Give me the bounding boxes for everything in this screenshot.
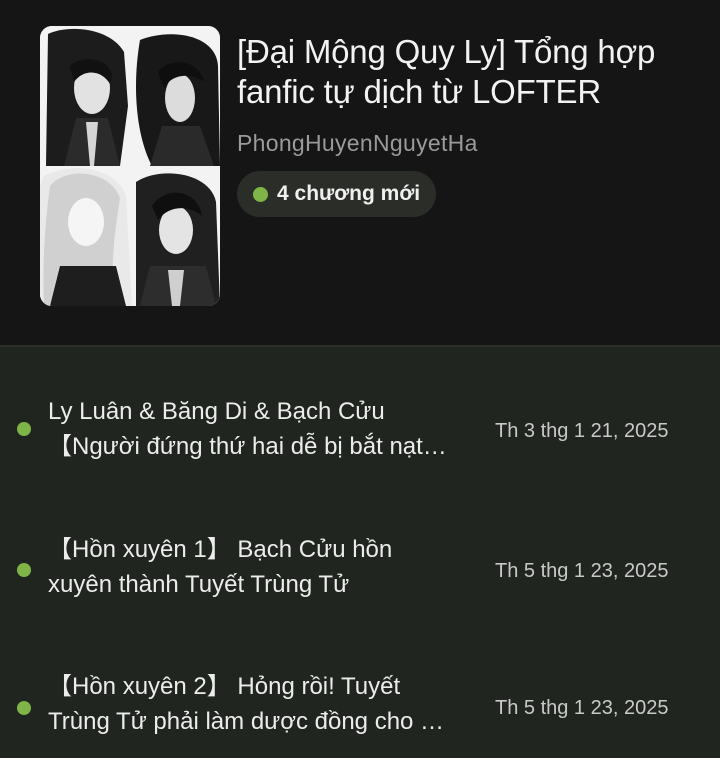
chapter-title-line: 【Người đứng thứ hai dễ bị bắt nạt… <box>48 433 447 460</box>
new-chapter-dot <box>17 563 31 577</box>
story-author[interactable]: PhongHuyenNguyetHa <box>237 130 697 157</box>
chapter-title: Ly Luân & Băng Di & Bạch Cửu 【Người đứng… <box>48 394 478 464</box>
new-chapters-label: 4 chương mới <box>277 182 421 205</box>
new-chapter-dot <box>17 701 31 715</box>
chapter-title-line: Ly Luân & Băng Di & Bạch Cửu <box>48 398 385 425</box>
chapter-list: Ly Luân & Băng Di & Bạch Cửu 【Người đứng… <box>0 347 720 758</box>
chapter-title: 【Hồn xuyên 2】 Hỏng rồi! Tuyết Trùng Tử p… <box>48 669 478 739</box>
new-chapter-dot <box>17 422 31 436</box>
chapter-row[interactable]: Ly Luân & Băng Di & Bạch Cửu 【Người đứng… <box>0 362 720 482</box>
chapter-title: 【Hồn xuyên 1】 Bạch Cửu hồn xuyên thành T… <box>48 532 478 602</box>
story-cover-image[interactable] <box>40 26 220 306</box>
chapter-title-line: Trùng Tử phải làm dược đồng cho … <box>48 708 445 735</box>
chapter-date: Th 3 thg 1 21, 2025 <box>495 420 669 442</box>
chapter-row[interactable]: 【Hồn xuyên 2】 Hỏng rồi! Tuyết Trùng Tử p… <box>0 639 720 758</box>
new-chapters-badge: 4 chương mới <box>237 171 437 217</box>
chapter-title-line: xuyên thành Tuyết Trùng Tử <box>48 571 350 598</box>
chapter-date: Th 5 thg 1 23, 2025 <box>495 560 669 582</box>
chapter-title-line: 【Hồn xuyên 1】 Bạch Cửu hồn <box>48 536 393 563</box>
chapter-row[interactable]: 【Hồn xuyên 1】 Bạch Cửu hồn xuyên thành T… <box>0 502 720 622</box>
chapter-title-line: 【Hồn xuyên 2】 Hỏng rồi! Tuyết <box>48 673 401 700</box>
cover-illustration <box>40 26 220 306</box>
story-info: [Đại Mộng Quy Ly] Tổng hợp fanfic tự dịc… <box>237 32 697 217</box>
chapter-date: Th 5 thg 1 23, 2025 <box>495 697 669 719</box>
story-page: [Đại Mộng Quy Ly] Tổng hợp fanfic tự dịc… <box>0 0 720 758</box>
story-title[interactable]: [Đại Mộng Quy Ly] Tổng hợp fanfic tự dịc… <box>237 32 697 112</box>
new-indicator-dot <box>253 186 268 202</box>
story-header: [Đại Mộng Quy Ly] Tổng hợp fanfic tự dịc… <box>0 0 720 345</box>
